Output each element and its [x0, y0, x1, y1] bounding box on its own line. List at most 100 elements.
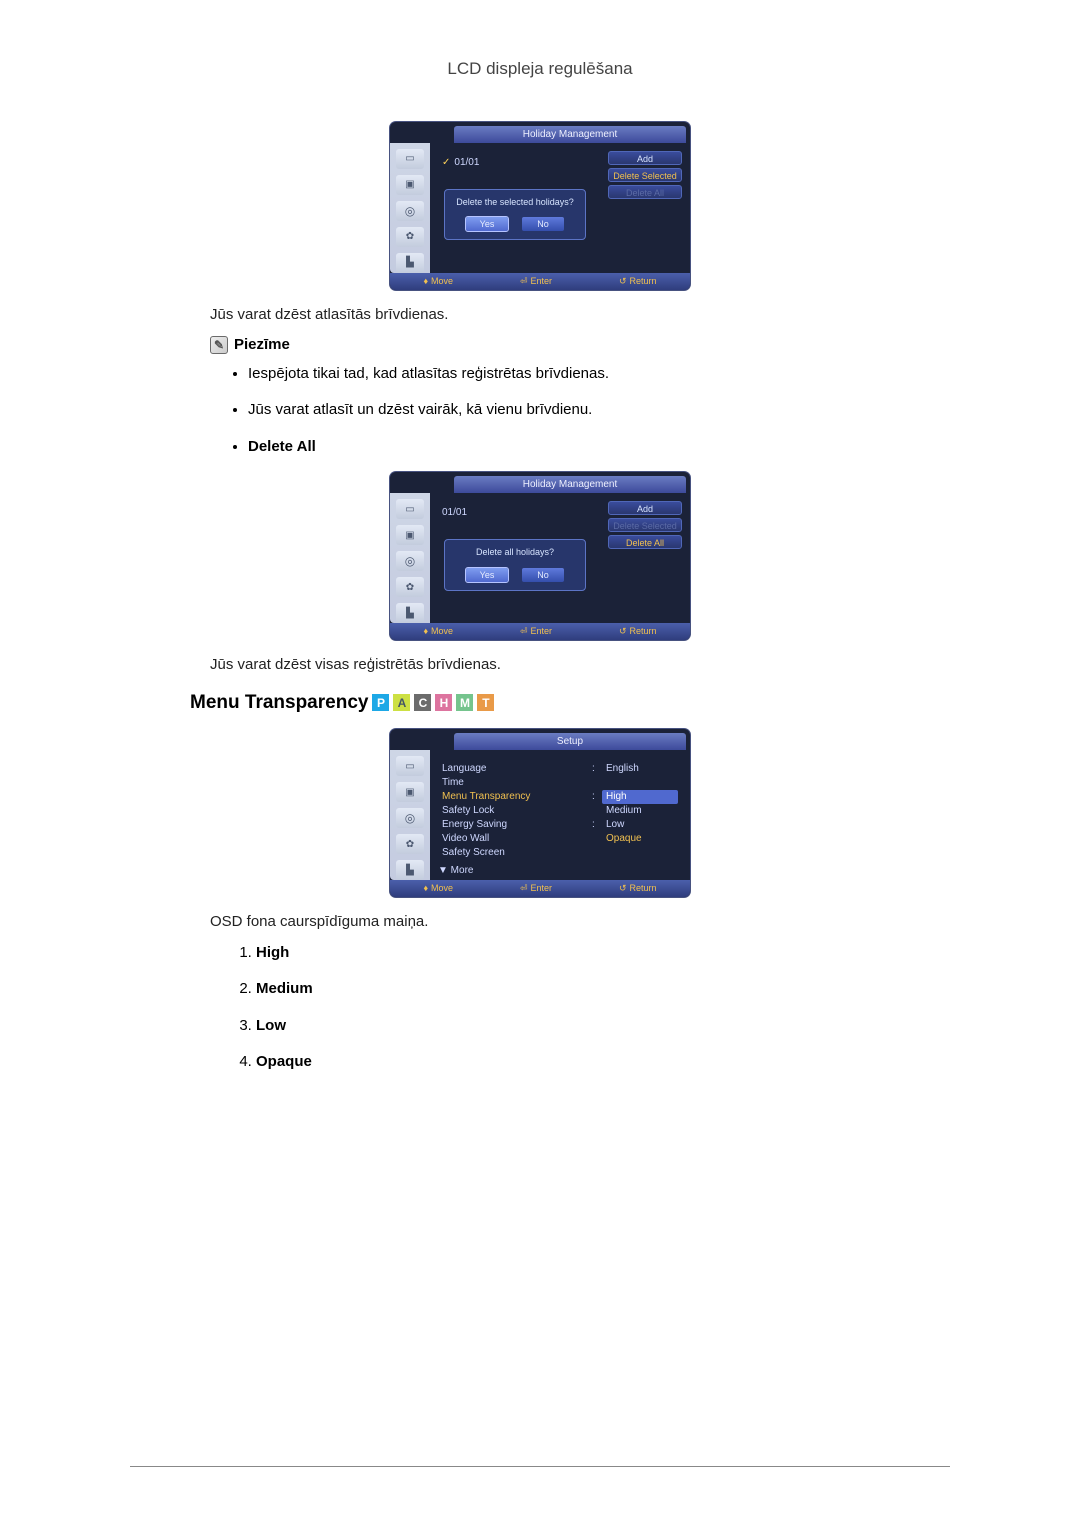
sidebar-setup-icon: ✿ [396, 227, 424, 247]
osd-body: ▭ ▣ ◎ ✿ ▙ ✓01/01 Add Delete Selected [390, 143, 690, 273]
setup-row[interactable]: Menu Transparency:High [442, 790, 678, 804]
setup-value[interactable]: Low [602, 818, 678, 832]
osd-main: ✓01/01 Add Delete Selected Delete All De… [430, 143, 690, 273]
sidebar-sound-icon: ◎ [396, 808, 424, 828]
setup-more[interactable]: ▼ More [438, 864, 682, 878]
dialog-yes-button[interactable]: Yes [466, 568, 508, 582]
osd-main: 01/01 Add Delete Selected Delete All Del… [430, 493, 690, 623]
osd-footer: ♦Move ⏎Enter ↺Return [390, 623, 690, 640]
check-icon: ✓ [442, 157, 450, 168]
setup-row[interactable]: Language:English [442, 762, 678, 776]
osd-body: ▭ ▣ ◎ ✿ ▙ 01/01 Add Delete Selected [390, 493, 690, 623]
sidebar-monitor-icon: ▭ [396, 756, 424, 776]
sidebar-picture-icon: ▣ [396, 175, 424, 195]
para-delete-all: Jūs varat dzēst visas reģistrētās brīvdi… [210, 654, 950, 677]
footer-enter: ⏎Enter [520, 880, 552, 897]
setup-sep: : [592, 818, 602, 832]
holiday-date: ✓01/01 [442, 153, 598, 172]
holiday-list: 01/01 [438, 501, 602, 524]
badge-p: P [372, 694, 389, 711]
badge-t: T [477, 694, 494, 711]
return-icon: ↺ [619, 880, 627, 897]
sidebar-monitor-icon: ▭ [396, 499, 424, 519]
setup-sep: : [592, 762, 602, 776]
holiday-date-text: 01/01 [442, 507, 467, 518]
footer-rule [130, 1466, 950, 1467]
dialog-buttons: Yes No [451, 568, 579, 582]
dialog-yes-button[interactable]: Yes [466, 217, 508, 231]
setup-sep [592, 804, 602, 818]
badge-a: A [393, 694, 410, 711]
move-icon: ♦ [423, 623, 428, 640]
setup-value [602, 846, 678, 860]
setup-label: Menu Transparency [442, 790, 592, 804]
dialog-no-button[interactable]: No [522, 568, 564, 582]
sidebar-picture-icon: ▣ [396, 782, 424, 802]
return-icon: ↺ [619, 273, 627, 290]
setup-value [602, 776, 678, 790]
footer-return: ↺Return [619, 273, 657, 290]
setup-sep [592, 776, 602, 790]
setup-row[interactable]: Safety Screen [442, 846, 678, 860]
delete-selected-button[interactable]: Delete Selected [608, 168, 682, 182]
badge-c: C [414, 694, 431, 711]
holiday-date: 01/01 [442, 503, 598, 522]
setup-label: Safety Lock [442, 804, 592, 818]
badge-h: H [435, 694, 452, 711]
list-item: Opaque [256, 1051, 950, 1074]
footer-return: ↺Return [619, 623, 657, 640]
page: LCD displeja regulēšana Holiday Manageme… [0, 0, 1080, 1527]
sidebar-multi-icon: ▙ [396, 603, 424, 623]
setup-row[interactable]: Safety Lock Medium [442, 804, 678, 818]
note-bullets: Iespējota tikai tad, kad atlasītas reģis… [248, 363, 950, 422]
setup-value[interactable]: Medium [602, 804, 678, 818]
delete-all-button[interactable]: Delete All [608, 185, 682, 199]
move-icon: ♦ [423, 880, 428, 897]
delete-all-bullet-list: Delete All [248, 436, 950, 459]
osd-main: Language:EnglishTimeMenu Transparency:Hi… [430, 750, 690, 880]
enter-icon: ⏎ [520, 623, 528, 640]
list-item: Medium [256, 978, 950, 1001]
enter-icon: ⏎ [520, 273, 528, 290]
enter-icon: ⏎ [520, 880, 528, 897]
note-label: Piezīme [234, 334, 290, 357]
osd-title: Holiday Management [454, 126, 686, 143]
footer-move: ♦Move [423, 880, 453, 897]
holiday-list: ✓01/01 [438, 151, 602, 174]
sidebar-sound-icon: ◎ [396, 201, 424, 221]
footer-move: ♦Move [423, 273, 453, 290]
delete-all-heading: Delete All [248, 436, 950, 459]
setup-list: Language:EnglishTimeMenu Transparency:Hi… [438, 758, 682, 864]
return-icon: ↺ [619, 623, 627, 640]
holiday-buttons: Add Delete Selected Delete All [608, 501, 682, 549]
setup-value[interactable]: High [602, 790, 678, 804]
add-button[interactable]: Add [608, 151, 682, 165]
sidebar-multi-icon: ▙ [396, 253, 424, 273]
osd-side-icons: ▭ ▣ ◎ ✿ ▙ [390, 143, 430, 273]
setup-label: Time [442, 776, 592, 790]
transparency-options-list: High Medium Low Opaque [256, 942, 950, 1074]
note-bullet: Iespējota tikai tad, kad atlasītas reģis… [248, 363, 950, 386]
dialog-no-button[interactable]: No [522, 217, 564, 231]
sidebar-sound-icon: ◎ [396, 551, 424, 571]
setup-value[interactable]: Opaque [602, 832, 678, 846]
para-delete-selected: Jūs varat dzēst atlasītās brīvdienas. [210, 304, 950, 327]
add-button[interactable]: Add [608, 501, 682, 515]
delete-selected-button[interactable]: Delete Selected [608, 518, 682, 532]
sidebar-multi-icon: ▙ [396, 860, 424, 880]
osd-holiday-delete-all: Holiday Management ▭ ▣ ◎ ✿ ▙ 01/01 Add [390, 472, 690, 640]
setup-sep [592, 832, 602, 846]
setup-row[interactable]: Video WallOpaque [442, 832, 678, 846]
dialog-text: Delete the selected holidays? [451, 196, 579, 210]
setup-row[interactable]: Energy Saving:Low [442, 818, 678, 832]
dialog-buttons: Yes No [451, 217, 579, 231]
setup-row[interactable]: Time [442, 776, 678, 790]
osd-setup: Setup ▭ ▣ ◎ ✿ ▙ Language:EnglishTimeMenu… [390, 729, 690, 897]
heading-text: Menu Transparency [190, 689, 368, 718]
sidebar-monitor-icon: ▭ [396, 149, 424, 169]
footer-move: ♦Move [423, 623, 453, 640]
setup-sep [592, 846, 602, 860]
setup-label: Language [442, 762, 592, 776]
osd-side-icons: ▭ ▣ ◎ ✿ ▙ [390, 750, 430, 880]
delete-all-button[interactable]: Delete All [608, 535, 682, 549]
